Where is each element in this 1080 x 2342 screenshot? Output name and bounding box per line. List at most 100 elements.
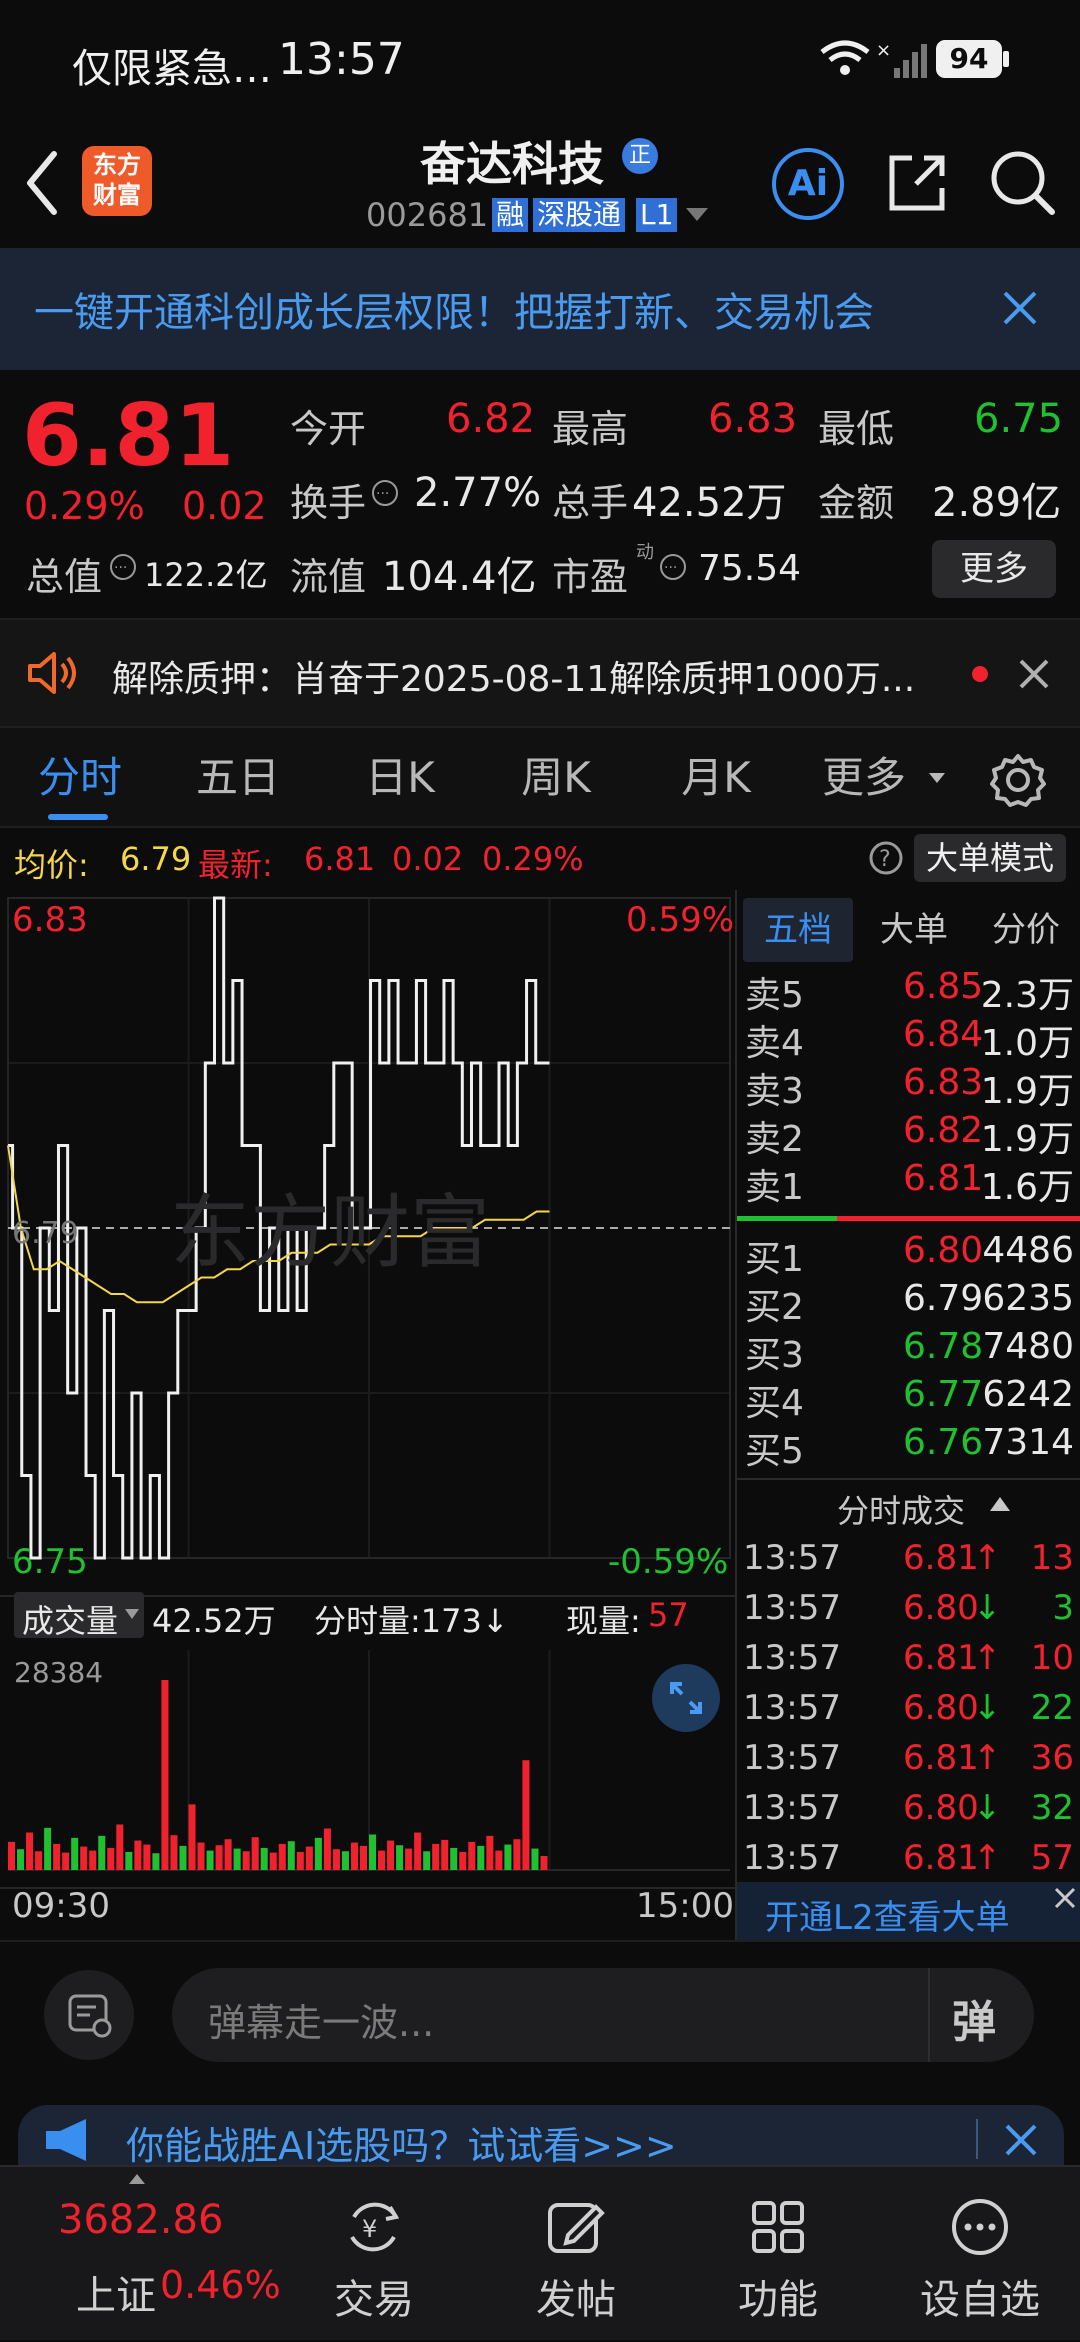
tab-five-levels[interactable]: 五档 [743, 898, 853, 962]
volume-bar [152, 1853, 160, 1870]
dropdown-icon[interactable] [684, 206, 710, 224]
nav-post[interactable]: 发帖 [476, 2167, 676, 2342]
tick-price: 6.80 [903, 1588, 979, 1628]
danmu-settings-button[interactable] [44, 1970, 134, 2060]
divider [976, 2119, 978, 2159]
expand-chart-button[interactable] [652, 1664, 720, 1732]
index-value[interactable]: 3682.86 [58, 2197, 223, 2243]
volume-bar [26, 1832, 34, 1870]
tab-five-day[interactable]: 五日 [178, 728, 298, 828]
bid-label: 买1 [745, 1239, 804, 1280]
ask-price: 6.85 [903, 966, 984, 1007]
volume-bar [450, 1847, 458, 1870]
low-label: 最低 [818, 407, 895, 451]
tick-volume: 36 [1030, 1738, 1074, 1778]
more-button[interactable]: 更多 [932, 540, 1056, 598]
logo-text-2: 财富 [93, 181, 141, 209]
gear-icon[interactable] [990, 752, 1046, 808]
tab-intraday[interactable]: 分时 [20, 728, 140, 828]
volume-bar [53, 1843, 61, 1870]
close-icon[interactable] [1004, 2123, 1038, 2157]
tick-row: 13:57 6.80 ↓ 3 [737, 1588, 1080, 1638]
danmu-input[interactable]: 弹幕走一波... 弹 [172, 1968, 1034, 2062]
l2-promo-bar[interactable]: 开通L2查看大单 [737, 1882, 1080, 1940]
bottom-navigation: 3682.86 上证 0.46% ¥ 交易 发帖 功能 设自选 [0, 2165, 1080, 2340]
info-dots-icon[interactable]: ··· [658, 552, 688, 582]
volume-bar [80, 1846, 88, 1870]
index-percent[interactable]: 0.46% [160, 2263, 281, 2307]
y-axis-top-price: 6.83 [12, 900, 88, 940]
wifi-icon [820, 40, 870, 75]
search-icon[interactable] [988, 148, 1058, 218]
tab-daily-k[interactable]: 日K [340, 728, 460, 828]
bid-price: 6.78 [903, 1326, 984, 1367]
promo-banner[interactable]: 一键开通科创成长层权限！把握打新、交易机会 [0, 248, 1080, 370]
volume-bar [522, 1760, 530, 1870]
close-icon[interactable] [1053, 1886, 1077, 1910]
ask-row: 卖4 6.84 1.0万 [737, 1014, 1080, 1064]
tick-row: 13:57 6.81 ↑ 36 [737, 1738, 1080, 1788]
caret-up-icon [129, 2174, 145, 2184]
index-name[interactable]: 上证 [76, 2263, 156, 2321]
tick-price: 6.81 [903, 1538, 979, 1578]
bid-row: 买1 6.80 4486 [737, 1230, 1080, 1280]
close-icon[interactable] [1018, 658, 1050, 690]
volume-bar [224, 1839, 232, 1870]
ask-price: 6.83 [903, 1062, 984, 1103]
ask-label: 卖3 [745, 1071, 804, 1112]
tab-weekly-k[interactable]: 周K [496, 728, 616, 828]
tick-direction: ↑ [973, 1838, 1002, 1878]
tab-big-orders[interactable]: 大单 [859, 898, 969, 962]
grid-icon [752, 2201, 804, 2253]
tab-more[interactable]: 更多 [822, 728, 932, 828]
eastmoney-logo[interactable]: 东方 财富 [82, 146, 152, 216]
volume-bar [486, 1835, 494, 1870]
volume-bar [98, 1835, 106, 1870]
tick-price: 6.81 [903, 1638, 979, 1678]
tick-volume: 13 [1030, 1538, 1074, 1578]
volume-indicator-selector[interactable]: 成交量 [14, 1592, 144, 1640]
notice-bar[interactable]: 解除质押：肖奋于2025-08-11解除质押1000万... [0, 618, 1080, 728]
tab-monthly-k[interactable]: 月K [656, 728, 776, 828]
open-value: 6.82 [446, 396, 536, 442]
logo-text-1: 东方 [93, 151, 141, 179]
volume-selector-label: 成交量 [22, 1602, 119, 1640]
ai-button[interactable]: Ai [772, 148, 844, 220]
speaker-icon [28, 652, 76, 694]
info-dots-icon[interactable]: ··· [370, 478, 400, 508]
danmu-toggle-button[interactable]: 弹 [952, 1986, 996, 2050]
nav-add-watchlist[interactable]: 设自选 [880, 2167, 1080, 2342]
volume-bar [251, 1837, 259, 1870]
volume-bar [531, 1848, 539, 1870]
volume-bar [513, 1839, 521, 1870]
battery-tip [1003, 51, 1009, 67]
bid-price: 6.76 [903, 1422, 984, 1463]
info-dots-icon[interactable]: ··· [108, 552, 138, 582]
intraday-chart[interactable]: 东方财富 6.83 0.59% 6.79 6.75 -0.59% 成交量 42.… [0, 890, 735, 1940]
volume-bar [323, 1828, 331, 1870]
nav-trade[interactable]: ¥ 交易 [274, 2167, 474, 2342]
back-arrow-icon[interactable] [22, 148, 62, 218]
tick-row: 13:57 6.80 ↓ 32 [737, 1788, 1080, 1838]
big-order-mode-button[interactable]: 大单模式 [914, 834, 1066, 882]
nav-functions[interactable]: 功能 [678, 2167, 878, 2342]
divider [737, 1478, 1080, 1480]
ai-promo-banner[interactable]: 你能战胜AI选股吗？试试看>>> [18, 2105, 1064, 2168]
svg-text:?: ? [879, 847, 891, 872]
bid-row: 买5 6.76 7314 [737, 1422, 1080, 1472]
tab-price-distribution[interactable]: 分价 [971, 898, 1080, 962]
mktcap-label: 总值 [26, 555, 103, 599]
caret-down-icon [125, 1609, 139, 1619]
mktcap-value: 122.2亿 [144, 556, 268, 594]
close-icon[interactable] [1002, 290, 1038, 326]
price-chart-svg[interactable]: 东方财富 [0, 890, 735, 1940]
caret-up-icon[interactable] [989, 1496, 1011, 1512]
divider [928, 1968, 930, 2062]
bid-row: 买2 6.79 6235 [737, 1278, 1080, 1328]
bid-row: 买4 6.77 6242 [737, 1374, 1080, 1424]
svg-text:×: × [876, 40, 891, 61]
help-icon[interactable]: ? [868, 840, 904, 876]
float-value: 104.4亿 [382, 554, 537, 600]
share-icon[interactable] [884, 150, 950, 216]
tick-direction: ↑ [973, 1738, 1002, 1778]
